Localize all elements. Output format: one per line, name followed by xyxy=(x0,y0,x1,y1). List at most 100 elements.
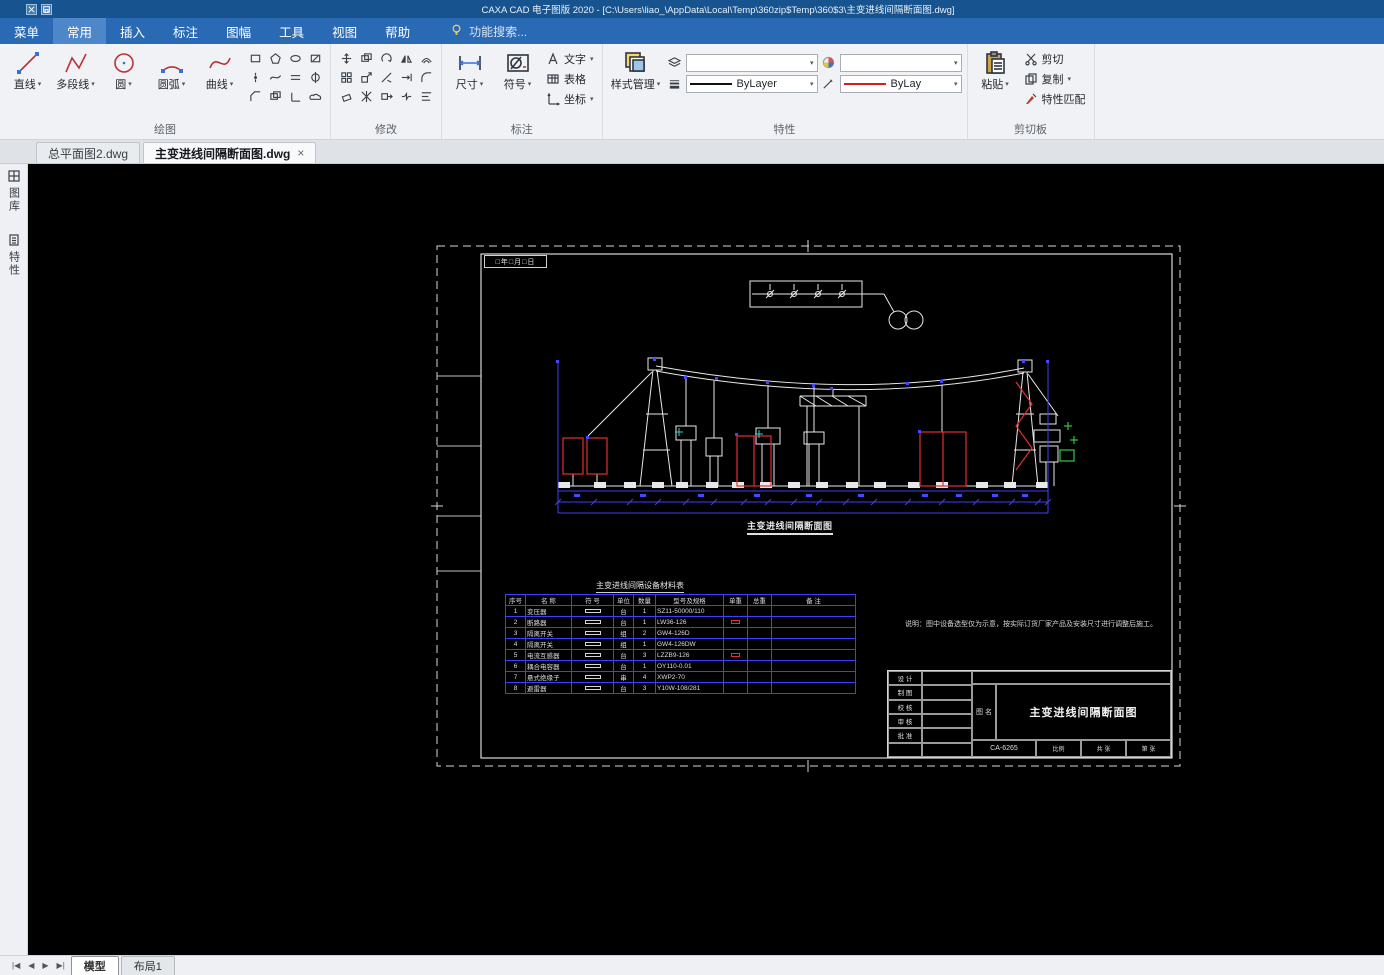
scale-tool-icon[interactable] xyxy=(356,68,376,87)
app-icon[interactable] xyxy=(26,3,37,15)
rectangle-tool-icon[interactable] xyxy=(245,49,265,68)
drawing-canvas[interactable]: □年□月□日 主变进线间隔断面图 主变进线间隔设备材料表 序号名 称符 号单位数… xyxy=(28,164,1384,955)
group-label-properties: 特性 xyxy=(773,124,796,136)
function-search[interactable]: 功能搜索... xyxy=(450,18,527,44)
curve-tool[interactable]: 曲线 ▾ xyxy=(197,46,242,92)
spline-tool-icon[interactable] xyxy=(265,68,285,87)
ribbon: 直线 ▾ 多段线 ▾ 圆 ▾ 圆弧 ▾ 曲线 ▾ 绘图 修改 尺寸 ▾ 符号 ▾… xyxy=(0,44,1384,140)
doc-tab-siteplan[interactable]: 总平面图2.dwg xyxy=(36,142,141,163)
paste-tool[interactable]: 粘贴 ▾ xyxy=(973,46,1018,92)
layout1-tab[interactable]: 布局1 xyxy=(120,955,175,975)
menu-item-home[interactable]: 常用 xyxy=(53,18,107,44)
offset-tool-icon[interactable] xyxy=(416,49,436,68)
search-label: 功能搜索... xyxy=(469,24,528,39)
group-label-draw: 绘图 xyxy=(154,124,176,136)
properties-icon xyxy=(8,234,19,246)
drawing-name-label: 图 名 xyxy=(972,684,996,740)
entity-color-combo[interactable]: ByLay ▾ xyxy=(839,74,962,93)
sheet-bar: |◀ ◀ ▶ ▶| 模型 布局1 xyxy=(0,955,1384,975)
trim-tool-icon[interactable] xyxy=(376,68,396,87)
arc-icon xyxy=(157,48,187,78)
break-tool-icon[interactable] xyxy=(396,87,416,106)
text-icon xyxy=(548,52,558,65)
style-manager-tool[interactable]: 样式管理 ▾ xyxy=(608,46,664,92)
copy-tool[interactable]: 复制 ▾ xyxy=(1021,70,1089,88)
sheet-prev-button[interactable]: ◀ xyxy=(24,961,38,970)
menu-item-help[interactable]: 帮助 xyxy=(371,18,424,44)
sheet-total-label: 共 张 xyxy=(1081,740,1126,757)
model-tab[interactable]: 模型 xyxy=(70,955,119,975)
centerline-tool-icon[interactable] xyxy=(305,68,325,87)
symbol-tool[interactable]: 符号 ▾ xyxy=(495,46,540,92)
layer-icon[interactable] xyxy=(667,56,683,69)
linetype-combo[interactable]: ByLayer ▾ xyxy=(685,74,818,93)
menu-item-menu[interactable]: 菜单 xyxy=(0,18,53,44)
layer-combo[interactable]: ▾ xyxy=(685,53,818,72)
array-tool-icon[interactable] xyxy=(336,68,356,87)
tab-close-icon[interactable]: × xyxy=(297,146,304,160)
chamfer-tool-icon[interactable] xyxy=(245,87,265,106)
sheet-next-button[interactable]: ▶ xyxy=(38,961,52,970)
menu-item-insert[interactable]: 插入 xyxy=(106,18,159,44)
text-tool[interactable]: 文字 ▾ xyxy=(543,50,597,68)
multiline-tool-icon[interactable] xyxy=(285,68,305,87)
polyline-tool[interactable]: 多段线 ▾ xyxy=(53,46,98,92)
copy-icon xyxy=(1024,73,1037,85)
section-title: 主变进线间隔断面图 xyxy=(747,519,833,535)
title-block-row-label: 校 核 xyxy=(888,699,922,714)
group-label-annotate: 标注 xyxy=(510,124,533,136)
rotate-tool-icon[interactable] xyxy=(376,49,396,68)
match-properties-tool[interactable]: 特性匹配 xyxy=(1021,90,1089,108)
document-tabbar: 总平面图2.dwg 主变进线间隔断面图.dwg × xyxy=(0,140,1384,164)
axis-tool-icon[interactable] xyxy=(285,87,305,106)
move-tool-icon[interactable] xyxy=(336,49,356,68)
save-icon[interactable] xyxy=(41,3,52,15)
sheet-last-button[interactable]: ▶| xyxy=(53,961,69,970)
erase-tool-icon[interactable] xyxy=(336,87,356,106)
title-block: 设 计 制 图 校 核 审 核 批 准 图 名 主变进线间隔断面图 CA-626… xyxy=(887,670,1172,758)
side-panel-strip: 图库 特性 xyxy=(0,164,28,955)
coordinate-tool[interactable]: 坐标 ▾ xyxy=(543,90,597,108)
linetype-sample xyxy=(689,82,732,85)
pen-icon[interactable] xyxy=(821,77,837,90)
hatch-tool-icon[interactable] xyxy=(305,49,325,68)
title-block-row-label: 批 准 xyxy=(888,728,922,743)
mirror-tool-icon[interactable] xyxy=(396,49,416,68)
cloud-tool-icon[interactable] xyxy=(305,87,325,106)
point-tool-icon[interactable] xyxy=(245,68,265,87)
color-combo[interactable]: ▾ xyxy=(839,53,962,72)
menu-item-tools[interactable]: 工具 xyxy=(265,18,318,44)
dimension-icon xyxy=(455,48,485,78)
linewidth-icon[interactable] xyxy=(667,77,683,90)
arc-tool[interactable]: 圆弧 ▾ xyxy=(149,46,194,92)
table-tool[interactable]: 表格 xyxy=(543,70,597,88)
polygon-tool-icon[interactable] xyxy=(265,49,285,68)
cad-drawing xyxy=(431,240,1186,772)
block-tool-icon[interactable] xyxy=(265,87,285,106)
title-block-row-label: 设 计 xyxy=(888,671,922,686)
extend-tool-icon[interactable] xyxy=(396,68,416,87)
menu-item-view[interactable]: 视图 xyxy=(318,18,371,44)
side-tab-library[interactable]: 图库 xyxy=(6,169,22,213)
ellipse-tool-icon[interactable] xyxy=(285,49,305,68)
color-wheel-icon[interactable] xyxy=(821,56,837,69)
fillet-tool-icon[interactable] xyxy=(416,68,436,87)
explode-tool-icon[interactable] xyxy=(356,87,376,106)
circle-tool[interactable]: 圆 ▾ xyxy=(101,46,146,92)
sheet-number-label: 第 张 xyxy=(1126,740,1171,757)
sheet-first-button[interactable]: |◀ xyxy=(8,961,24,970)
title-block-row-label: 制 图 xyxy=(888,685,922,700)
stretch-tool-icon[interactable] xyxy=(376,87,396,106)
dimension-tool[interactable]: 尺寸 ▾ xyxy=(447,46,492,92)
side-tab-properties[interactable]: 特性 xyxy=(6,233,22,277)
lightbulb-icon xyxy=(450,23,463,39)
line-tool[interactable]: 直线 ▾ xyxy=(5,46,50,92)
cut-tool[interactable]: 剪切 xyxy=(1021,50,1089,68)
doc-tab-section[interactable]: 主变进线间隔断面图.dwg × xyxy=(143,142,317,163)
copy-tool-icon[interactable] xyxy=(356,49,376,68)
align-tool-icon[interactable] xyxy=(416,87,436,106)
menu-item-frame[interactable]: 图幅 xyxy=(212,18,265,44)
menu-item-annotate[interactable]: 标注 xyxy=(159,18,212,44)
library-icon xyxy=(7,170,20,182)
entity-color-sample xyxy=(843,82,886,85)
